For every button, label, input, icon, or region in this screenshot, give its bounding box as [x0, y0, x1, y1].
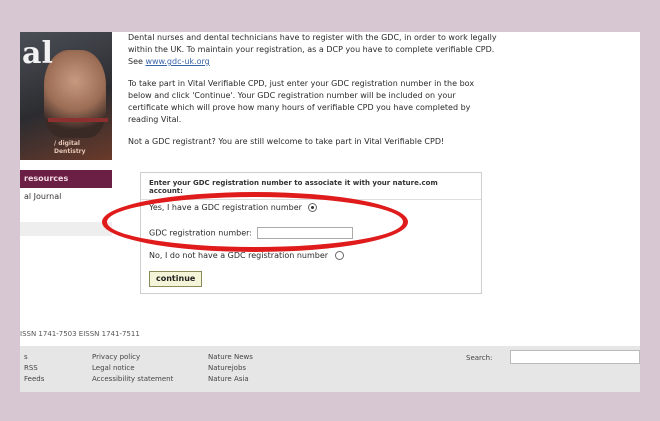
footer-column-2: Privacy policy Legal notice Accessibilit…: [92, 352, 173, 385]
registration-number-label: GDC registration number:: [149, 228, 252, 238]
option-yes-row[interactable]: Yes, I have a GDC registration number: [149, 203, 318, 212]
cover-bar: [48, 118, 108, 122]
option-no-label: No, I do not have a GDC registration num…: [149, 251, 329, 260]
option-no-row[interactable]: No, I do not have a GDC registration num…: [149, 251, 344, 260]
radio-no[interactable]: [334, 251, 344, 260]
continue-button[interactable]: continue: [149, 271, 203, 287]
option-yes-label: Yes, I have a GDC registration number: [149, 203, 302, 212]
sidebar-divider: [20, 222, 112, 236]
cover-portrait: [44, 50, 106, 138]
footer-link[interactable]: s: [24, 352, 44, 363]
form-heading: Enter your GDC registration number to as…: [141, 173, 481, 200]
browser-screen: al / digital Dentistry resources al Jour…: [20, 32, 640, 392]
footer-link[interactable]: Nature Asia: [208, 374, 253, 385]
footer-link[interactable]: Nature News: [208, 352, 253, 363]
magazine-cover-thumbnail[interactable]: al / digital Dentistry: [20, 32, 112, 160]
footer-column-3: Nature News Naturejobs Nature Asia: [208, 352, 253, 385]
sidebar-resources-tab[interactable]: resources: [20, 170, 112, 188]
cover-caption: / digital Dentistry: [54, 140, 86, 155]
footer-search-label: Search:: [466, 354, 493, 362]
registration-number-row: GDC registration number:: [149, 227, 353, 239]
footer-link[interactable]: Feeds: [24, 374, 44, 385]
gdc-website-link[interactable]: www.gdc-uk.org: [145, 57, 209, 66]
issn-line: ISSN 1741-7503 EISSN 1741-7511: [20, 330, 140, 338]
intro-paragraph-gdc: Dental nurses and dental technicians hav…: [128, 33, 497, 66]
intro-paragraph-non-registrant: Not a GDC registrant? You are still welc…: [128, 137, 445, 146]
registration-number-input[interactable]: [256, 227, 353, 239]
gdc-registration-form: Enter your GDC registration number to as…: [140, 172, 482, 294]
footer-search-input[interactable]: [510, 350, 640, 364]
cover-logo: al: [22, 36, 53, 71]
intro-paragraph-instructions: To take part in Vital Verifiable CPD, ju…: [128, 79, 475, 124]
cpd-intro: Dental nurses and dental technicians hav…: [128, 32, 498, 158]
footer-link[interactable]: Naturejobs: [208, 363, 253, 374]
footer-link[interactable]: Accessibility statement: [92, 374, 173, 385]
footer-link[interactable]: Privacy policy: [92, 352, 173, 363]
site-footer: s RSS Feeds Privacy policy Legal notice …: [20, 346, 640, 392]
radio-yes[interactable]: [308, 203, 318, 212]
sidebar-journal-link[interactable]: al Journal: [24, 192, 61, 201]
footer-link[interactable]: RSS: [24, 363, 44, 374]
footer-column-1: s RSS Feeds: [24, 352, 44, 385]
footer-link[interactable]: Legal notice: [92, 363, 173, 374]
